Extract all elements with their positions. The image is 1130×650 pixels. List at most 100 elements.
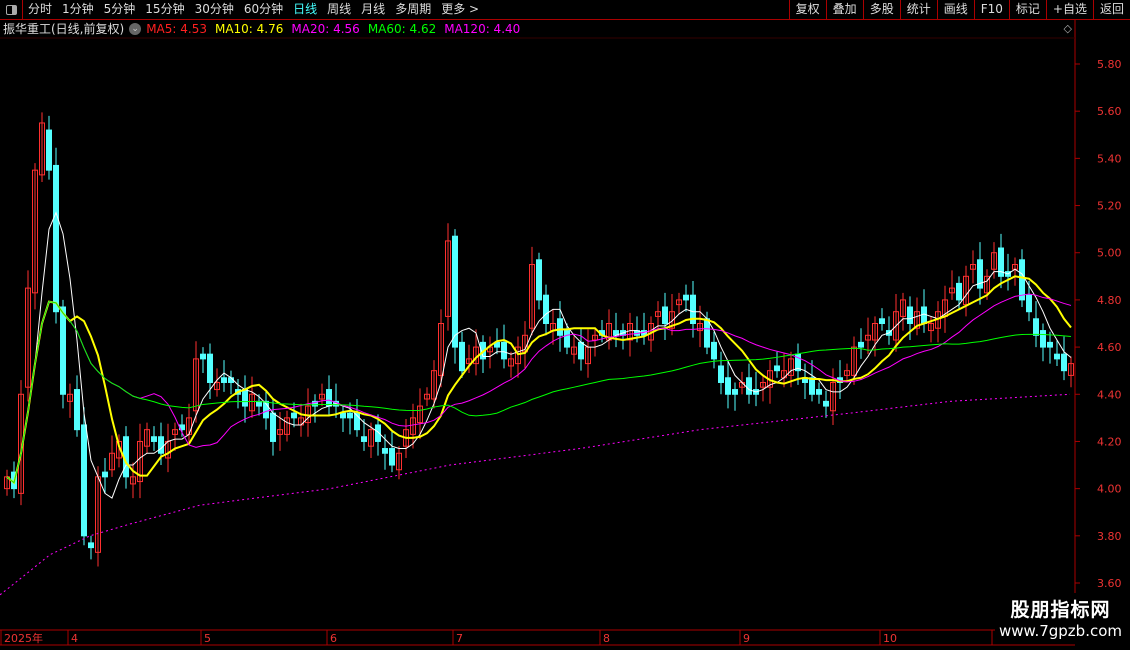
candle-body — [1047, 341, 1053, 348]
period-tab[interactable]: 多周期 — [390, 0, 436, 19]
y-tick-label: 4.80 — [1097, 294, 1122, 307]
candle-body — [291, 412, 297, 419]
candle-body — [718, 365, 724, 383]
candle-body — [725, 377, 731, 395]
candle-body — [774, 365, 780, 372]
candle-body — [564, 330, 570, 348]
period-tab[interactable]: 60分钟 — [239, 0, 288, 19]
candle-body — [1033, 318, 1039, 336]
ma-legend-item: MA60: 4.62 — [367, 22, 437, 36]
y-tick-label: 4.60 — [1097, 341, 1122, 354]
candle-body — [536, 259, 542, 301]
candle-body — [921, 306, 927, 324]
action-button[interactable]: 画线 — [936, 0, 974, 19]
period-tab[interactable]: 15分钟 — [140, 0, 189, 19]
watermark-name: 股朋指标网 — [1010, 599, 1111, 621]
y-tick-label: 3.60 — [1097, 577, 1122, 590]
candle-body — [389, 448, 395, 466]
candle-body — [1040, 330, 1046, 348]
candle-body — [823, 400, 829, 407]
ma-legend-item: MA120: 4.40 — [444, 22, 521, 36]
chevron-down-icon[interactable]: ⌄ — [129, 23, 142, 35]
action-button[interactable]: F10 — [973, 0, 1009, 19]
y-tick-label: 4.00 — [1097, 483, 1122, 496]
candle-body — [746, 377, 752, 395]
y-tick-label: 3.80 — [1097, 530, 1122, 543]
x-tick-label: 4 — [71, 632, 78, 645]
candle-body — [60, 306, 66, 395]
x-tick-label: 10 — [883, 632, 897, 645]
candle-body — [46, 129, 52, 171]
candle-body — [74, 389, 80, 431]
candle-body — [361, 436, 367, 442]
candle-body — [382, 448, 388, 454]
candle-body — [907, 306, 913, 324]
action-button[interactable]: 标记 — [1008, 0, 1046, 19]
candle-body — [578, 341, 584, 360]
candle-body — [347, 412, 353, 419]
candle-body — [151, 436, 157, 442]
candle-body — [158, 436, 164, 454]
y-tick-label: 4.40 — [1097, 388, 1122, 401]
candle-body — [1019, 259, 1025, 301]
candle-body — [1054, 353, 1060, 360]
y-tick-label: 5.40 — [1097, 152, 1122, 165]
candle-body — [956, 282, 962, 301]
x-tick-label: 7 — [456, 632, 463, 645]
candle-body — [662, 306, 668, 324]
candle-body — [207, 353, 213, 383]
panel-toggle-icon[interactable] — [0, 0, 23, 19]
candle-body — [711, 341, 717, 360]
y-tick-label: 5.80 — [1097, 58, 1122, 71]
period-tab[interactable]: 5分钟 — [99, 0, 141, 19]
action-button[interactable]: 统计 — [899, 0, 937, 19]
candle-body — [732, 389, 738, 395]
candle-body — [459, 341, 465, 372]
x-tick-label: 5 — [204, 632, 211, 645]
ma-legend-item: MA20: 4.56 — [291, 22, 360, 36]
y-tick-label: 5.20 — [1097, 200, 1122, 213]
candle-body — [816, 389, 822, 395]
diamond-icon[interactable]: ◇ — [1064, 22, 1072, 35]
action-button[interactable]: +自选 — [1045, 0, 1093, 19]
ma-legend-item: MA5: 4.53 — [146, 22, 207, 36]
action-button[interactable]: 返回 — [1092, 0, 1130, 19]
candle-body — [81, 424, 87, 537]
candle-body — [53, 164, 59, 313]
ma-legend-item: MA10: 4.76 — [214, 22, 284, 36]
candlestick-chart[interactable]: 5.80 5.60 5.40 5.20 5.00 4.80 4.60 4.40 4.20 4.00… — [0, 0, 1130, 650]
period-tab[interactable]: 周线 — [322, 0, 356, 19]
action-button[interactable]: 叠加 — [825, 0, 863, 19]
x-tick-label: 2025年 — [4, 631, 43, 645]
stock-title: 振华重工(日线,前复权) — [3, 22, 125, 36]
candle-body — [242, 389, 248, 407]
candle-body — [879, 318, 885, 325]
period-tab[interactable]: 30分钟 — [190, 0, 239, 19]
ma-legend: 振华重工(日线,前复权) ⌄ MA5: 4.53 MA10: 4.76 MA20: … — [0, 20, 528, 38]
period-tab[interactable]: 1分钟 — [57, 0, 99, 19]
period-tab[interactable]: 日线 — [288, 0, 322, 19]
candle-body — [557, 318, 563, 336]
y-tick-label: 5.60 — [1097, 105, 1122, 118]
x-tick-label: 9 — [743, 632, 750, 645]
y-tick-label: 5.00 — [1097, 247, 1122, 260]
candle-body — [452, 235, 458, 348]
candle-body — [501, 341, 507, 360]
candle-body — [221, 377, 227, 383]
action-button[interactable]: 复权 — [788, 0, 826, 19]
toolbar: 分时 1分钟 5分钟 15分钟 30分钟 60分钟 日线 周线 月线 多周期 更多 > 复权 叠加 多股… — [0, 0, 1130, 20]
period-tab[interactable]: 月线 — [356, 0, 390, 19]
x-tick-label: 8 — [603, 632, 610, 645]
candle-body — [704, 318, 710, 348]
candle-body — [543, 294, 549, 325]
period-tab[interactable]: 更多 > — [436, 0, 484, 19]
candle-body — [200, 353, 206, 360]
candle-body — [1026, 294, 1032, 313]
watermark-url: www.7gpzb.com — [999, 622, 1122, 640]
candle-body — [326, 389, 332, 407]
candle-body — [102, 471, 108, 478]
candle-body — [858, 341, 864, 348]
period-tab[interactable]: 分时 — [23, 0, 57, 19]
action-button[interactable]: 多股 — [862, 0, 900, 19]
ma60-line — [6, 301, 1072, 484]
